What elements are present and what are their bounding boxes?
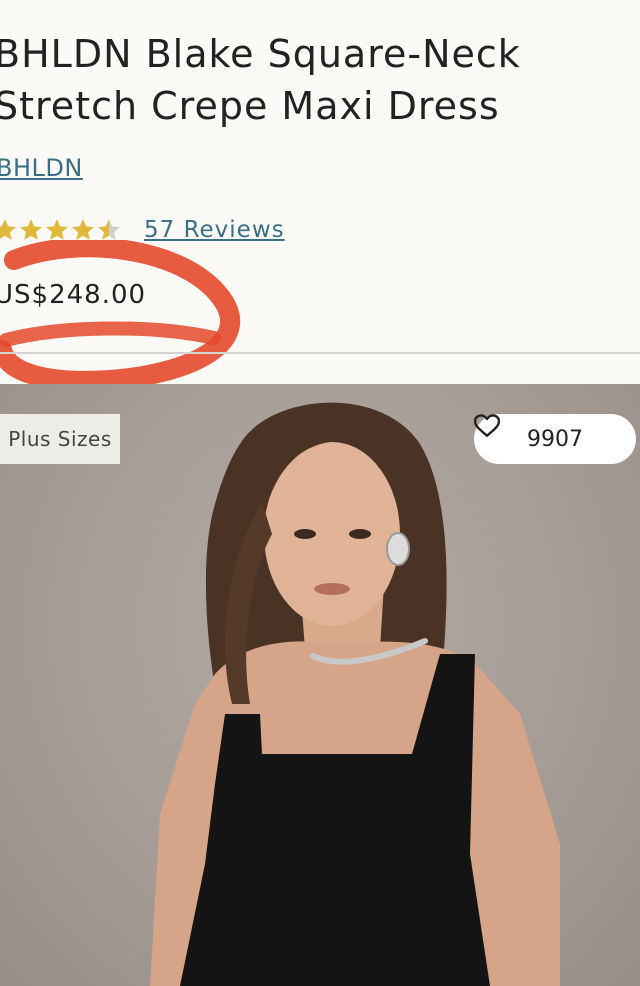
brand-link[interactable]: BHLDN <box>0 154 83 182</box>
product-title-line-2: Stretch Crepe Maxi Dress <box>0 84 500 128</box>
rating-stars <box>0 217 122 243</box>
section-divider <box>0 352 640 354</box>
favorites-count: 9907 <box>527 426 583 452</box>
rating-row: 57 Reviews <box>0 212 285 248</box>
favorite-button[interactable]: 9907 <box>474 414 636 464</box>
heart-outline-icon <box>474 414 500 437</box>
product-title-line-1: BHLDN Blake Square-Neck <box>0 32 521 76</box>
half-star-icon <box>98 219 120 240</box>
star-icon <box>20 219 42 240</box>
reviews-link[interactable]: 57 Reviews <box>144 217 285 243</box>
product-price: US$248.00 <box>0 280 147 310</box>
product-title: BHLDN Blake Square-Neck Stretch Crepe Ma… <box>0 28 640 132</box>
product-image[interactable]: Plus Sizes 9907 <box>0 384 640 986</box>
star-icon <box>72 219 94 240</box>
model-illustration <box>150 402 560 986</box>
plus-sizes-badge[interactable]: Plus Sizes <box>0 414 120 464</box>
star-icon <box>46 219 68 240</box>
star-icon <box>0 219 16 240</box>
